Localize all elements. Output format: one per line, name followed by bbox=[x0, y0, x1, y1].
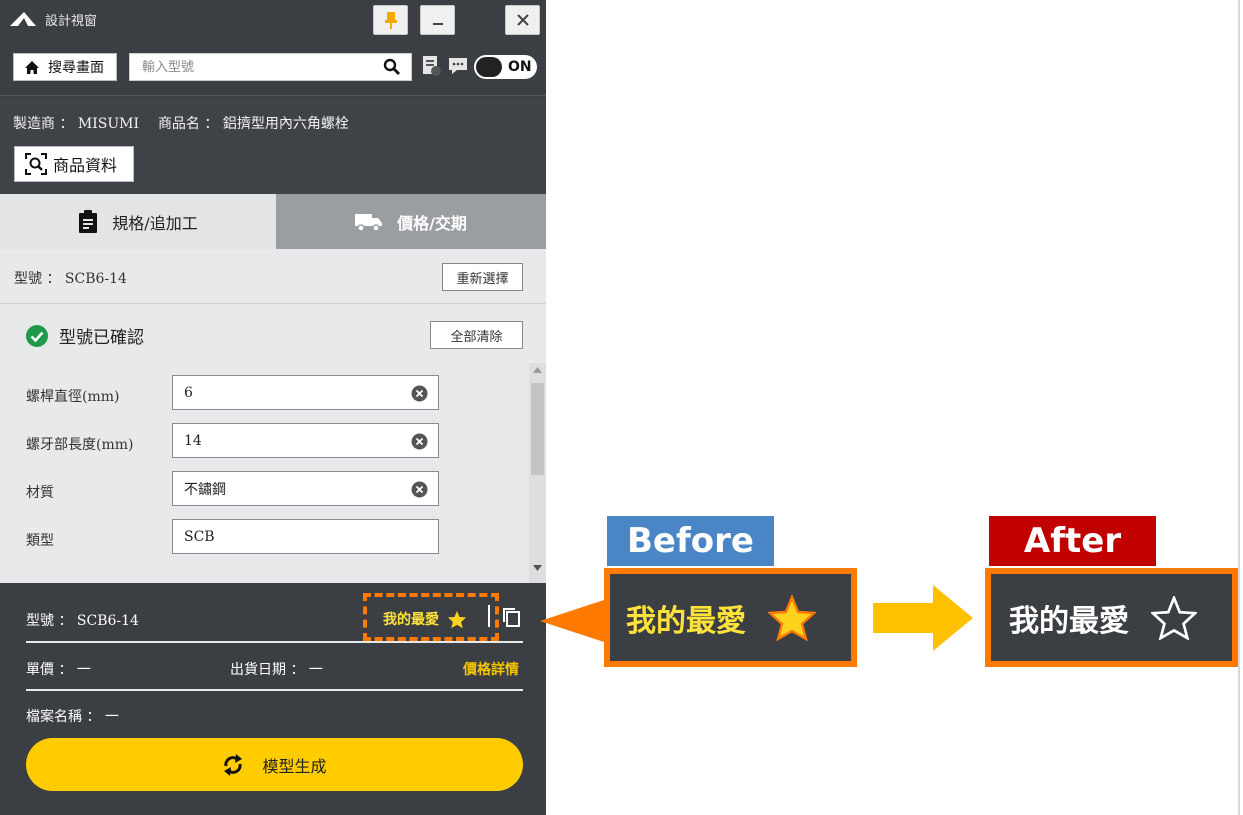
page-edge-line bbox=[1238, 0, 1240, 815]
spec-scrollbar[interactable] bbox=[529, 363, 546, 583]
clear-all-button[interactable]: 全部清除 bbox=[430, 321, 523, 349]
callout-arrow-icon bbox=[540, 598, 610, 644]
clipboard-icon bbox=[79, 209, 98, 233]
before-preview: 我的最愛 bbox=[604, 568, 857, 667]
minimize-button[interactable] bbox=[420, 5, 455, 35]
search-screen-button[interactable]: 搜尋畫面 bbox=[13, 53, 117, 81]
toggle-knob bbox=[476, 57, 502, 77]
clear-field-icon[interactable] bbox=[411, 433, 428, 450]
field-material[interactable]: 不鏽鋼 bbox=[172, 471, 439, 506]
clear-field-icon[interactable] bbox=[411, 385, 428, 402]
title-bar: 設計視窗 bbox=[0, 0, 546, 40]
copy-icon[interactable] bbox=[502, 607, 521, 627]
divider bbox=[488, 605, 490, 627]
field-value: SCB bbox=[184, 528, 215, 545]
window-title: 設計視窗 bbox=[45, 14, 98, 29]
check-circle-icon bbox=[26, 324, 48, 347]
favorite-label: 我的最愛 bbox=[383, 612, 439, 628]
maker-sep: ： bbox=[59, 116, 74, 132]
search-icon[interactable] bbox=[383, 58, 401, 76]
product-info-line: 製造商 ： MISUMI 商品名 ： 鋁擠型用內六角螺栓 bbox=[13, 113, 349, 133]
unit-price-text: 單價 ： 一 bbox=[26, 662, 91, 678]
star-filled-icon bbox=[447, 610, 467, 628]
favorite-button[interactable]: 我的最愛 bbox=[383, 609, 467, 629]
scroll-down-icon[interactable] bbox=[533, 565, 542, 571]
maker-value: MISUMI bbox=[77, 116, 140, 132]
field-label-screw-diameter: 螺桿直徑(mm) bbox=[26, 389, 120, 405]
scroll-thumb[interactable] bbox=[531, 383, 544, 475]
product-info-label: 商品資料 bbox=[53, 156, 118, 175]
field-label-type: 類型 bbox=[26, 533, 54, 549]
minimize-icon bbox=[432, 23, 443, 25]
tab-spec-label: 規格/追加工 bbox=[112, 213, 198, 233]
clear-field-icon[interactable] bbox=[411, 481, 428, 498]
truck-icon bbox=[355, 213, 383, 232]
tab-bar: 規格/追加工 價格/交期 bbox=[0, 194, 546, 249]
chat-icon[interactable] bbox=[448, 57, 468, 75]
reselect-button[interactable]: 重新選擇 bbox=[442, 263, 523, 291]
pin-icon bbox=[384, 12, 397, 29]
field-screw-diameter[interactable]: 6 bbox=[172, 375, 439, 410]
after-preview: 我的最愛 bbox=[985, 568, 1238, 667]
home-icon bbox=[25, 60, 39, 74]
ship-date-text: 出貨日期 ： 一 bbox=[230, 662, 323, 678]
product-name-sep: ： bbox=[204, 116, 219, 132]
refresh-icon bbox=[224, 753, 243, 776]
summary-model-text: 型號 ： SCB6-14 bbox=[26, 613, 139, 629]
generate-model-button[interactable]: 模型生成 bbox=[26, 738, 523, 791]
maker-label: 製造商 bbox=[13, 116, 55, 132]
tab-spec[interactable]: 規格/追加工 bbox=[0, 194, 276, 249]
scroll-up-icon[interactable] bbox=[533, 367, 542, 373]
pin-button[interactable] bbox=[373, 5, 408, 35]
magnify-icon bbox=[25, 153, 47, 175]
on-off-toggle[interactable]: ON bbox=[474, 55, 537, 79]
model-confirmed-label: 型號已確認 bbox=[59, 328, 144, 348]
model-number-text: 型號 ： SCB6-14 bbox=[14, 271, 127, 287]
design-window: 設計視窗 搜尋畫面 輸入型號 ON 製造商 ： MISUMI 商品名 ： 鋁擠型… bbox=[0, 0, 546, 815]
divider bbox=[26, 689, 523, 691]
generate-model-label: 模型生成 bbox=[262, 756, 327, 776]
after-preview-inner: 我的最愛 bbox=[1003, 582, 1220, 653]
file-name-text: 檔案名稱 ： 一 bbox=[26, 709, 119, 725]
product-name-label: 商品名 bbox=[157, 116, 200, 132]
before-tag: Before bbox=[607, 516, 774, 566]
document-data-icon[interactable] bbox=[421, 55, 443, 77]
star-filled-icon bbox=[768, 594, 816, 641]
product-name-value: 鋁擠型用內六角螺栓 bbox=[222, 116, 349, 132]
app-logo-icon bbox=[10, 12, 36, 26]
spec-panel: 型號 ： SCB6-14 重新選擇 型號已確認 全部清除 螺桿直徑(mm) 6 … bbox=[0, 249, 546, 583]
model-search-input[interactable] bbox=[129, 53, 412, 81]
transition-arrow-icon bbox=[873, 585, 973, 651]
before-favorite-label: 我的最愛 bbox=[626, 603, 746, 639]
price-detail-link[interactable]: 價格詳情 bbox=[463, 659, 519, 679]
summary-panel: 型號 ： SCB6-14 我的最愛 單價 ： 一 出貨日期 ： 一 價格詳情 檔… bbox=[0, 583, 546, 815]
tab-price-label: 價格/交期 bbox=[397, 213, 467, 233]
tab-price[interactable]: 價格/交期 bbox=[276, 194, 546, 249]
product-info-button[interactable]: 商品資料 bbox=[14, 146, 134, 182]
search-bar: 搜尋畫面 ON bbox=[0, 40, 546, 96]
before-preview-inner: 我的最愛 bbox=[622, 582, 839, 653]
after-tag: After bbox=[989, 516, 1156, 566]
star-outline-icon bbox=[1151, 595, 1197, 640]
field-label-material: 材質 bbox=[26, 485, 54, 501]
after-favorite-label: 我的最愛 bbox=[1009, 603, 1129, 639]
field-thread-length[interactable]: 14 bbox=[172, 423, 439, 458]
close-button[interactable] bbox=[505, 5, 540, 35]
search-screen-label: 搜尋畫面 bbox=[48, 60, 104, 76]
close-icon bbox=[516, 14, 529, 26]
field-value: 6 bbox=[184, 384, 193, 401]
model-row: 型號 ： SCB6-14 重新選擇 bbox=[0, 249, 546, 304]
divider bbox=[26, 641, 523, 643]
model-confirmed-status: 型號已確認 bbox=[25, 323, 144, 348]
field-type[interactable]: SCB bbox=[172, 519, 439, 554]
toggle-label: ON bbox=[508, 59, 532, 75]
field-value: 不鏽鋼 bbox=[184, 481, 226, 498]
field-value: 14 bbox=[184, 432, 202, 449]
field-label-thread-length: 螺牙部長度(mm) bbox=[26, 437, 134, 453]
